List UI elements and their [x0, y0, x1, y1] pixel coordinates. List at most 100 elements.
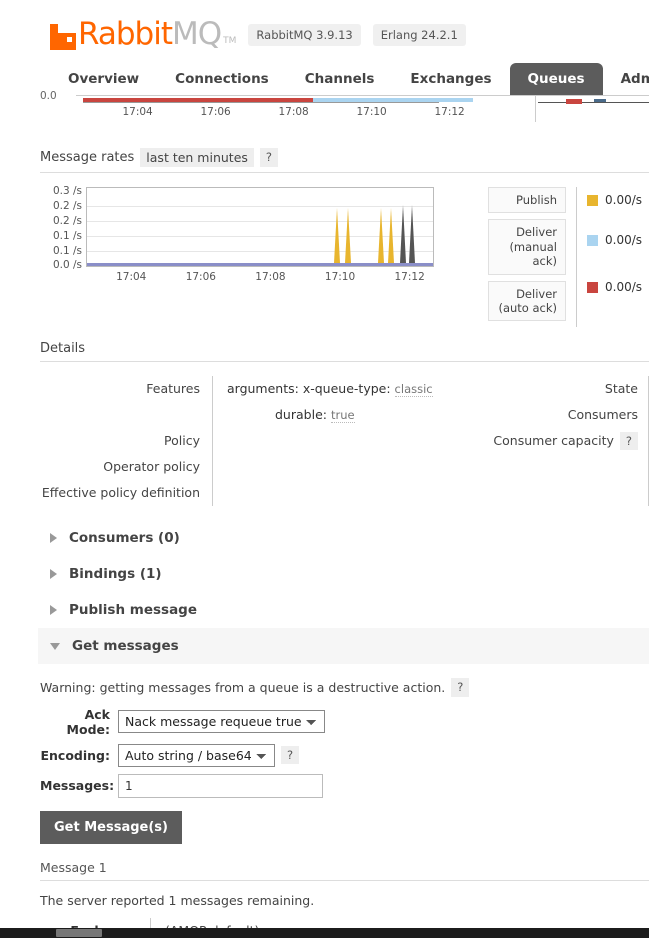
tab-admin[interactable]: Admin: [603, 63, 649, 96]
consumer-capacity-help-icon[interactable]: ?: [619, 432, 638, 451]
clipped-tick-2: 17:08: [278, 106, 309, 118]
legend-swatch-deliver-auto: [587, 281, 598, 293]
label-consumer-capacity-text: Consumer capacity: [493, 433, 614, 449]
clipped-chart-y-label: 0.0: [40, 90, 57, 102]
details-features-values: arguments: x-queue-type: classic durable…: [212, 376, 478, 507]
get-messages-button[interactable]: Get Message(s): [40, 810, 182, 844]
legend-swatch-publish: [587, 194, 598, 206]
spike-publish-2: [344, 208, 351, 263]
ack-mode-label: Ack Mode:: [66, 706, 110, 737]
clipped-chart-right-rule: [538, 102, 649, 103]
spike-publish-3: [377, 208, 384, 263]
spike-get-1: [400, 205, 407, 263]
feature-durable: durable: true: [227, 402, 478, 428]
horizontal-scrollbar-thumb[interactable]: [56, 929, 102, 937]
chevron-down-icon: [50, 642, 60, 650]
ack-mode-row: Ack Mode: Nack message requeue true: [38, 707, 649, 737]
label-features: Features: [146, 381, 200, 397]
x-tick-4: 17:12: [394, 271, 425, 283]
section-bindings[interactable]: Bindings (1): [38, 556, 649, 592]
feature-arguments-value: classic: [394, 382, 433, 398]
tab-queues[interactable]: Queues: [509, 63, 603, 96]
chevron-right-icon: [50, 605, 57, 616]
clipped-tick-4: 17:12: [434, 106, 465, 118]
details-title: Details: [40, 341, 86, 357]
spike-get-2: [408, 205, 415, 263]
details-header: Details: [40, 341, 649, 363]
label-operator-policy: Operator policy: [103, 459, 200, 475]
message-rates-chart: 0.3 /s 0.2 /s 0.2 /s 0.1 /s 0.1 /s 0.0 /…: [40, 185, 470, 287]
y-tick-4: 0.1 /s: [52, 245, 82, 257]
legend-value-column: 0.00/s 0.00/s 0.00/s: [587, 187, 642, 327]
clipped-tick-1: 17:06: [200, 106, 231, 118]
message-rates-period[interactable]: last ten minutes: [140, 148, 254, 167]
chevron-right-icon: [50, 569, 57, 580]
chart-legend: Publish Deliver (manual ack) Deliver (au…: [488, 187, 642, 328]
y-tick-3: 0.1 /s: [52, 230, 82, 242]
feature-durable-value: true: [330, 408, 355, 424]
label-consumers: Consumers: [567, 407, 638, 423]
tab-exchanges[interactable]: Exchanges: [392, 63, 509, 96]
messages-count-input[interactable]: [118, 773, 323, 798]
messages-count-label: Messages:: [40, 778, 115, 794]
clipped-chart-xticks: 17:04 17:06 17:08 17:10 17:12: [83, 106, 473, 122]
clipped-chart-series: [83, 98, 473, 102]
tab-overview[interactable]: Overview: [50, 63, 157, 96]
section-get-messages-label: Get messages: [72, 638, 179, 655]
label-consumer-capacity: Consumer capacity ?: [478, 428, 638, 454]
clipped-tick-3: 17:10: [356, 106, 387, 118]
section-publish-message-label: Publish message: [69, 602, 197, 619]
feature-arguments: arguments: x-queue-type: classic: [227, 376, 478, 402]
section-publish-message[interactable]: Publish message: [38, 592, 649, 628]
chevron-right-icon: [50, 533, 57, 544]
x-tick-2: 17:08: [255, 271, 286, 283]
chart-x-axis: 17:04 17:06 17:08 17:10 17:12: [86, 271, 434, 287]
clipped-queued-messages-chart: 0.0 17:04 17:06 17:08 17:10 17:12: [38, 90, 649, 134]
legend-value-deliver-manual: 0.00/s: [587, 213, 642, 267]
page-container: Rabbit MQ TM RabbitMQ 3.9.13 Erlang 24.2.…: [0, 0, 649, 930]
legend-value-publish: 0.00/s: [587, 187, 642, 213]
chart-baseline: [87, 263, 433, 266]
legend-label-deliver-auto[interactable]: Deliver (auto ack): [488, 280, 566, 322]
legend-label-publish[interactable]: Publish: [488, 187, 566, 214]
encoding-select[interactable]: Auto string / base64: [118, 743, 275, 767]
legend-label-deliver-manual[interactable]: Deliver (manual ack): [488, 219, 566, 275]
x-tick-1: 17:06: [185, 271, 216, 283]
legend-divider: [576, 187, 577, 328]
erlang-version-badge: Erlang 24.2.1: [372, 24, 466, 46]
ack-mode-select[interactable]: Nack message requeue true: [118, 710, 325, 734]
page-inner: Rabbit MQ TM RabbitMQ 3.9.13 Erlang 24.2.…: [0, 0, 649, 930]
main-navigation: Overview Connections Channels Exchanges …: [38, 62, 649, 96]
tab-connections[interactable]: Connections: [157, 63, 287, 96]
rabbitmq-logo-icon: [50, 23, 76, 50]
tab-channels[interactable]: Channels: [287, 63, 393, 96]
legend-rate-deliver-manual: 0.00/s: [605, 233, 643, 247]
clipped-tick-0: 17:04: [122, 106, 153, 118]
spike-publish-1: [334, 208, 341, 263]
chart-y-axis: 0.3 /s 0.2 /s 0.2 /s 0.1 /s 0.1 /s 0.0 /…: [40, 185, 84, 271]
message-rates-help-icon[interactable]: ?: [259, 148, 279, 167]
encoding-help-icon[interactable]: ?: [281, 745, 300, 765]
rabbitmq-version-badge: RabbitMQ 3.9.13: [248, 24, 361, 46]
message-rates-title: Message rates: [40, 150, 135, 165]
section-bindings-label: Bindings (1): [69, 566, 162, 583]
legend-rate-deliver-auto: 0.00/s: [605, 280, 643, 294]
message-result-heading: Message 1: [40, 860, 649, 881]
legend-swatch-deliver-manual: [587, 234, 598, 246]
horizontal-scrollbar[interactable]: [0, 928, 649, 938]
legend-rate-publish: 0.00/s: [605, 193, 643, 207]
rabbitmq-logo[interactable]: Rabbit MQ TM: [50, 19, 236, 50]
feature-arguments-key: arguments:: [227, 381, 299, 397]
message-result-note: The server reported 1 messages remaining…: [40, 892, 315, 908]
message-rates-header: Message rates last ten minutes ?: [40, 148, 649, 173]
encoding-row: Encoding: Auto string / base64 ?: [38, 743, 649, 767]
legend-value-deliver-auto: 0.00/s: [587, 267, 642, 307]
label-state: State: [604, 381, 638, 397]
label-effective-policy-definition: Effective policy definition: [41, 485, 200, 501]
section-consumers[interactable]: Consumers (0): [38, 520, 649, 556]
section-consumers-label: Consumers (0): [69, 530, 180, 547]
details-right-labels: State Consumers Consumer capacity ?: [478, 376, 648, 506]
section-get-messages[interactable]: Get messages: [38, 628, 649, 665]
destructive-warning-help-icon[interactable]: ?: [451, 678, 470, 697]
collapsible-sections: Consumers (0) Bindings (1) Publish messa…: [38, 520, 649, 665]
